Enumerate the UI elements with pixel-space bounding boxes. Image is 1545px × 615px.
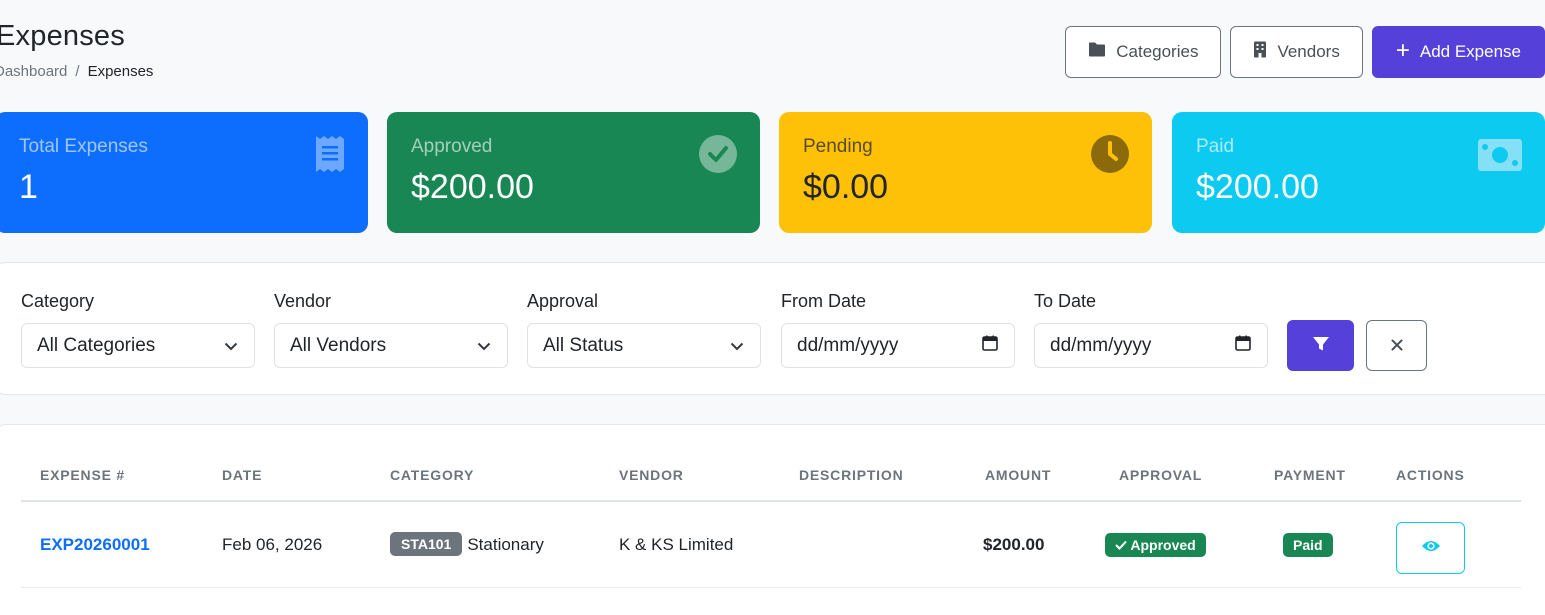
- receipt-icon: [314, 134, 346, 179]
- chevron-down-icon: [477, 335, 491, 357]
- stat-value: $200.00: [411, 168, 534, 206]
- filter-vendor: Vendor All Vendors: [274, 291, 508, 368]
- stat-label: Paid: [1196, 136, 1235, 157]
- page-title: Expenses: [0, 20, 125, 52]
- stat-value: $200.00: [1196, 168, 1319, 206]
- stat-label: Approved: [411, 136, 493, 157]
- stat-card-pending: Pending $0.00: [779, 112, 1152, 233]
- from-date-input[interactable]: dd/mm/yyyy: [781, 323, 1015, 368]
- breadcrumb-current: Expenses: [87, 63, 154, 80]
- category-code-badge: STA101: [390, 532, 463, 556]
- filter-category-label: Category: [21, 291, 95, 311]
- expense-category: STA101 Stationary: [390, 532, 544, 556]
- view-expense-button[interactable]: [1396, 522, 1465, 574]
- vendor-select[interactable]: All Vendors: [274, 323, 508, 368]
- filter-approval-label: Approval: [527, 291, 599, 311]
- payment-badge-label: Paid: [1283, 533, 1333, 557]
- filter-icon: [1312, 336, 1330, 355]
- expense-amount: $200.00: [983, 535, 1045, 554]
- vendors-button-label: Vendors: [1277, 42, 1340, 61]
- apply-filter-button[interactable]: [1287, 320, 1354, 371]
- add-expense-button[interactable]: + Add Expense: [1371, 26, 1545, 78]
- column-header-approval[interactable]: APPROVAL: [1119, 467, 1202, 483]
- vendors-button[interactable]: Vendors: [1230, 26, 1363, 78]
- clock-icon: [1090, 134, 1130, 179]
- to-date-placeholder: dd/mm/yyyy: [1050, 334, 1152, 356]
- stat-card-approved: Approved $200.00: [387, 112, 760, 233]
- filter-from-date: From Date dd/mm/yyyy: [781, 291, 1015, 368]
- breadcrumb-link-dashboard[interactable]: Dashboard: [0, 63, 67, 80]
- check-icon: [1115, 537, 1130, 553]
- category-select-value: All Categories: [37, 334, 156, 356]
- stat-card-total-expenses: Total Expenses 1: [0, 112, 368, 233]
- expense-vendor: K & KS Limited: [619, 535, 734, 554]
- categories-button[interactable]: Categories: [1065, 26, 1222, 78]
- header-actions: Categories Vendors + Add Expense: [1065, 26, 1545, 78]
- stats-row: Total Expenses 1 Approved $200.00 Pendin…: [0, 112, 1545, 233]
- plus-icon: +: [1395, 37, 1410, 64]
- folder-icon: [1088, 42, 1106, 62]
- stat-card-paid: Paid $200.00: [1172, 112, 1545, 233]
- table-header-row: EXPENSE # DATE CATEGORY VENDOR DESCRIPTI…: [21, 425, 1521, 502]
- stat-value: 1: [19, 168, 38, 206]
- filter-vendor-label: Vendor: [274, 291, 332, 311]
- breadcrumb-separator: /: [75, 63, 80, 80]
- filter-card: Category All Categories Vendor All Vendo…: [0, 262, 1545, 395]
- cash-icon: [1477, 138, 1523, 177]
- approval-badge-label: Approved: [1130, 537, 1196, 553]
- expense-date: Feb 06, 2026: [222, 535, 323, 554]
- column-header-vendor[interactable]: VENDOR: [619, 467, 684, 483]
- column-header-description[interactable]: DESCRIPTION: [799, 467, 903, 483]
- clear-filter-button[interactable]: [1366, 320, 1427, 371]
- filter-from-date-label: From Date: [781, 291, 867, 311]
- calendar-icon[interactable]: [1235, 335, 1251, 357]
- stat-label: Total Expenses: [19, 136, 148, 157]
- column-header-category[interactable]: CATEGORY: [390, 467, 474, 483]
- column-header-date[interactable]: DATE: [222, 467, 262, 483]
- check-circle-icon: [698, 134, 738, 179]
- approval-select-value: All Status: [543, 334, 624, 356]
- stat-value: $0.00: [803, 168, 889, 206]
- column-header-amount[interactable]: AMOUNT: [985, 467, 1051, 483]
- category-select[interactable]: All Categories: [21, 323, 255, 368]
- approval-select[interactable]: All Status: [527, 323, 761, 368]
- filter-category: Category All Categories: [21, 291, 255, 368]
- expense-number-link[interactable]: EXP20260001: [40, 535, 150, 555]
- categories-button-label: Categories: [1116, 42, 1199, 61]
- chevron-down-icon: [730, 335, 744, 357]
- filter-approval: Approval All Status: [527, 291, 761, 368]
- vendor-select-value: All Vendors: [290, 334, 387, 356]
- filter-to-date-label: To Date: [1034, 291, 1097, 311]
- calendar-icon[interactable]: [982, 335, 998, 357]
- category-name: Stationary: [467, 535, 544, 554]
- eye-icon: [1421, 538, 1441, 558]
- column-header-actions: ACTIONS: [1396, 467, 1465, 483]
- add-expense-button-label: Add Expense: [1419, 42, 1521, 61]
- stat-label: Pending: [803, 136, 873, 157]
- filter-to-date: To Date dd/mm/yyyy: [1034, 291, 1268, 368]
- close-icon: [1391, 334, 1403, 357]
- from-date-placeholder: dd/mm/yyyy: [797, 334, 899, 356]
- to-date-input[interactable]: dd/mm/yyyy: [1034, 323, 1268, 368]
- building-icon: [1253, 41, 1267, 63]
- approval-badge: Approved: [1105, 533, 1206, 557]
- breadcrumb: Dashboard / Expenses: [0, 63, 153, 80]
- approval-status-badge: Approved: [1105, 533, 1206, 557]
- column-header-expense-no[interactable]: EXPENSE #: [40, 467, 125, 483]
- payment-status-badge: Paid: [1283, 533, 1333, 557]
- table-row: EXP20260001 Feb 06, 2026 STA101 Stationar…: [21, 504, 1521, 588]
- expenses-table-card: EXPENSE # DATE CATEGORY VENDOR DESCRIPTI…: [0, 424, 1545, 615]
- column-header-payment[interactable]: PAYMENT: [1274, 467, 1346, 483]
- chevron-down-icon: [224, 335, 238, 357]
